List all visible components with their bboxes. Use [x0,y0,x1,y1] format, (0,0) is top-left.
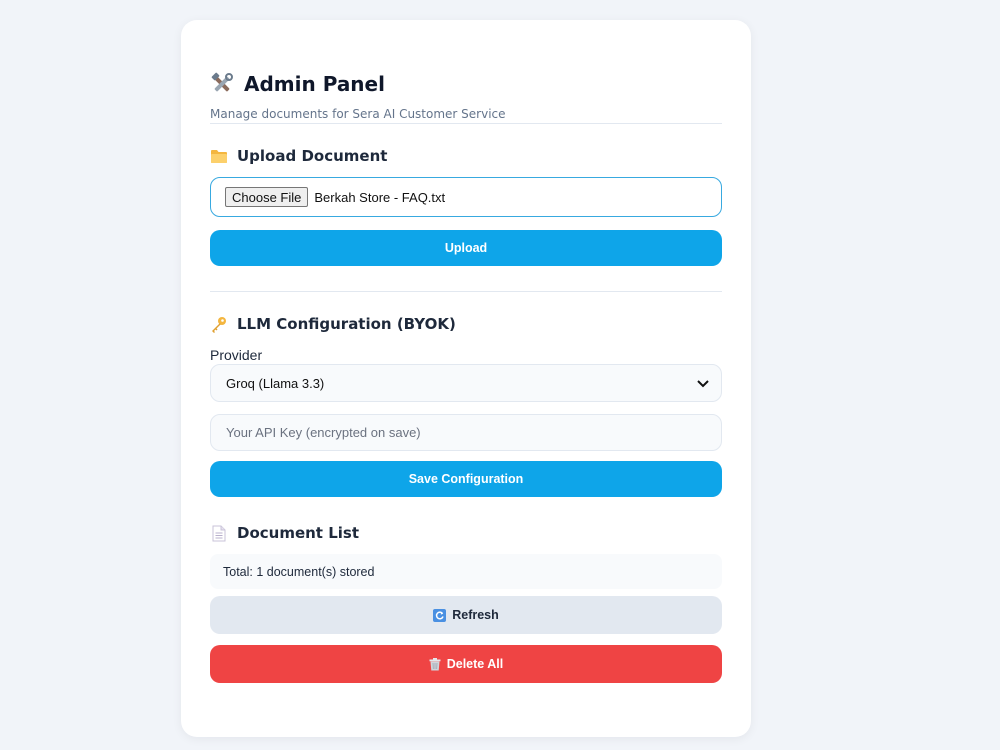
file-input[interactable]: Choose File Berkah Store - FAQ.txt [210,177,722,217]
page-subtitle: Manage documents for Sera AI Customer Se… [210,107,506,121]
refresh-button[interactable]: Refresh [210,596,722,634]
document-total: Total: 1 document(s) stored [210,554,722,589]
provider-select[interactable]: Groq (Llama 3.3) [210,364,722,402]
choose-file-button[interactable]: Choose File [225,187,309,207]
page-title: Admin Panel [244,72,385,96]
refresh-label: Refresh [452,608,499,622]
llm-heading: LLM Configuration (BYOK) [237,315,456,333]
documents-heading: Document List [237,524,359,542]
documents-section-heading: Document List [210,524,722,542]
key-icon [210,315,228,333]
delete-all-button[interactable]: Delete All [210,645,722,683]
divider [210,291,722,292]
tools-icon [210,72,234,96]
divider [210,123,722,124]
selected-file-name: Berkah Store - FAQ.txt [314,189,446,205]
folder-icon [210,147,228,165]
admin-card: Admin Panel Manage documents for Sera AI… [181,20,751,737]
upload-section-heading: Upload Document [210,147,722,165]
document-icon [210,524,228,542]
trash-icon [429,657,441,671]
api-key-input[interactable]: Your API Key (encrypted on save) [210,414,722,451]
delete-all-label: Delete All [446,657,504,671]
provider-label: Provider [210,347,263,363]
save-configuration-button[interactable]: Save Configuration [210,461,722,497]
refresh-icon [433,608,447,622]
provider-selected-value: Groq (Llama 3.3) [226,375,325,391]
upload-heading: Upload Document [237,147,388,165]
upload-button[interactable]: Upload [210,230,722,266]
chevron-down-icon [697,376,709,391]
header: Admin Panel [210,72,722,96]
llm-section-heading: LLM Configuration (BYOK) [210,315,722,333]
